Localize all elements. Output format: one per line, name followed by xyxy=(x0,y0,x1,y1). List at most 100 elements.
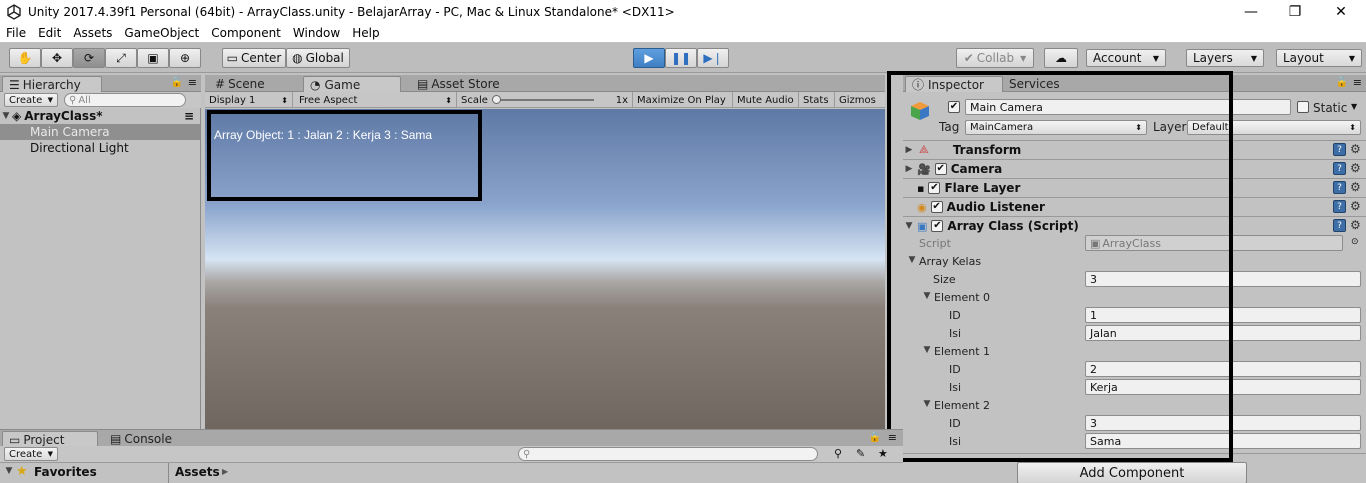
gear-icon[interactable]: ⚙ xyxy=(1350,161,1361,175)
hierarchy-panel: ▼ ◈ ArrayClass* ≡ Main Camera Directiona… xyxy=(0,108,201,429)
help-icon[interactable]: ? xyxy=(1333,143,1346,156)
menu-help[interactable]: Help xyxy=(346,26,385,40)
object-picker-icon[interactable]: ⊙ xyxy=(1351,237,1359,247)
panel-menu-icon[interactable]: ≡ xyxy=(888,431,897,444)
move-tool-button[interactable]: ✥ xyxy=(41,48,73,68)
hierarchy-create-dropdown[interactable]: Create ▼ xyxy=(4,93,58,107)
filter-type-icon[interactable]: ⚲ xyxy=(834,447,842,460)
add-component-button[interactable]: Add Component xyxy=(1017,462,1247,483)
static-label: Static xyxy=(1313,101,1348,115)
add-component-label: Add Component xyxy=(1079,465,1185,481)
minimize-button[interactable]: — xyxy=(1228,0,1274,24)
tab-scene[interactable]: # Scene xyxy=(209,76,271,92)
hand-tool-button[interactable]: ✋ xyxy=(9,48,41,68)
hierarchy-search-input[interactable]: ⚲ All xyxy=(64,93,186,107)
static-checkbox[interactable] xyxy=(1297,101,1309,113)
hierarchy-item-label: Directional Light xyxy=(30,141,129,155)
favorites-label[interactable]: Favorites xyxy=(34,465,97,479)
center-tabbar: # Scene ◔ Game ▤ Asset Store xyxy=(205,75,885,92)
caret-down-icon: ▼ xyxy=(1020,53,1027,63)
tab-game[interactable]: ◔ Game xyxy=(303,76,401,92)
play-button[interactable]: ▶ xyxy=(633,48,665,68)
hierarchy-icon: ☰ xyxy=(9,77,20,92)
expand-triangle-icon[interactable]: ▼ xyxy=(3,466,15,476)
menu-edit[interactable]: Edit xyxy=(32,26,67,40)
rect-tool-button[interactable]: ▣ xyxy=(137,48,169,68)
gear-icon[interactable]: ⚙ xyxy=(1350,142,1361,156)
collab-button[interactable]: ✔ Collab ▼ xyxy=(956,48,1034,68)
project-divider[interactable] xyxy=(168,463,169,483)
menu-file[interactable]: File xyxy=(0,26,32,40)
pause-button[interactable]: ❚❚ xyxy=(665,48,697,68)
mute-audio-toggle[interactable]: Mute Audio xyxy=(733,92,799,108)
help-icon[interactable]: ? xyxy=(1333,162,1346,175)
hierarchy-item-main-camera[interactable]: Main Camera xyxy=(0,124,200,140)
menu-window[interactable]: Window xyxy=(287,26,346,40)
display-dropdown[interactable]: Display 1 ⬍ xyxy=(205,92,293,108)
lock-icon[interactable]: 🔒 xyxy=(869,432,881,443)
stats-toggle[interactable]: Stats xyxy=(799,92,835,108)
panel-menu-icon[interactable]: ≡ xyxy=(188,76,197,89)
caret-down-icon: ▼ xyxy=(1152,53,1159,63)
mute-label: Mute Audio xyxy=(737,94,794,106)
favorite-star-icon[interactable]: ★ xyxy=(878,447,888,460)
help-icon[interactable]: ? xyxy=(1333,181,1346,194)
help-icon[interactable]: ? xyxy=(1333,219,1346,232)
menu-assets[interactable]: Assets xyxy=(67,26,118,40)
maximize-button[interactable]: ❐ xyxy=(1272,0,1318,24)
caret-down-icon[interactable]: ▼ xyxy=(1351,102,1357,111)
tab-hierarchy[interactable]: ☰ Hierarchy xyxy=(2,76,102,92)
project-content: ▼ ★ Favorites Assets ▶ xyxy=(0,463,903,483)
gizmos-label: Gizmos xyxy=(839,94,876,106)
title-bar: Unity 2017.4.39f1 Personal (64bit) - Arr… xyxy=(0,0,1366,24)
search-icon: ⚲ xyxy=(69,94,77,106)
account-label: Account xyxy=(1093,51,1142,65)
rotate-tool-button[interactable]: ⟳ xyxy=(73,48,105,68)
gear-icon[interactable]: ⚙ xyxy=(1350,218,1361,232)
search-placeholder: All xyxy=(78,94,91,106)
filter-label-icon[interactable]: ✎ xyxy=(856,447,865,460)
lock-icon[interactable]: 🔒 xyxy=(1336,77,1348,88)
project-search-input[interactable]: ⚲ xyxy=(518,447,818,461)
assets-breadcrumb[interactable]: Assets xyxy=(175,465,220,479)
space-global-button[interactable]: ◍ Global xyxy=(286,48,350,68)
menu-component[interactable]: Component xyxy=(205,26,287,40)
gear-icon[interactable]: ⚙ xyxy=(1350,180,1361,194)
menu-bar: File Edit Assets GameObject Component Wi… xyxy=(0,24,1366,42)
lock-icon[interactable]: 🔒 xyxy=(171,77,183,88)
game-icon: ◔ xyxy=(310,77,321,92)
gear-icon[interactable]: ⚙ xyxy=(1350,199,1361,213)
expand-triangle-icon[interactable]: ▼ xyxy=(0,111,12,121)
scale-track[interactable] xyxy=(491,95,594,104)
aspect-label: Free Aspect xyxy=(299,94,358,106)
layers-dropdown[interactable]: Layers ▼ xyxy=(1186,49,1264,67)
scale-slider[interactable]: Scale 1x xyxy=(457,92,633,108)
aspect-dropdown[interactable]: Free Aspect ⬍ xyxy=(295,92,457,108)
tab-asset-store-label: Asset Store xyxy=(431,77,500,91)
close-button[interactable]: ✕ xyxy=(1318,0,1364,24)
hierarchy-item-directional-light[interactable]: Directional Light xyxy=(0,140,200,156)
panel-menu-icon[interactable]: ≡ xyxy=(1353,76,1362,89)
menu-gameobject[interactable]: GameObject xyxy=(118,26,205,40)
hierarchy-tabbar: ☰ Hierarchy 🔒 ≡ xyxy=(0,75,201,92)
tab-console-label: Console xyxy=(124,432,172,446)
account-dropdown[interactable]: Account ▼ xyxy=(1086,49,1166,67)
transform-tool-button[interactable]: ⊕ xyxy=(169,48,201,68)
scale-tool-button[interactable]: ⤢ xyxy=(105,48,137,68)
help-icon[interactable]: ? xyxy=(1333,200,1346,213)
cloud-icon: ☁ xyxy=(1055,51,1067,65)
scale-thumb[interactable] xyxy=(491,95,501,104)
project-create-dropdown[interactable]: Create ▼ xyxy=(4,447,58,461)
tab-project[interactable]: ▭ Project xyxy=(2,431,98,447)
scale-value: 1x xyxy=(615,94,628,106)
maximize-on-play-toggle[interactable]: Maximize On Play xyxy=(633,92,733,108)
cloud-button[interactable]: ☁ xyxy=(1044,48,1078,68)
tab-asset-store[interactable]: ▤ Asset Store xyxy=(411,76,506,92)
scene-menu-icon[interactable]: ≡ xyxy=(184,109,194,123)
scene-row[interactable]: ▼ ◈ ArrayClass* ≡ xyxy=(0,108,200,124)
step-button[interactable]: ▶❘ xyxy=(697,48,729,68)
layout-dropdown[interactable]: Layout ▼ xyxy=(1276,49,1362,67)
pivot-center-button[interactable]: ▭ Center xyxy=(222,48,286,68)
tab-console[interactable]: ▤ Console xyxy=(104,431,178,447)
gizmos-toggle[interactable]: Gizmos xyxy=(835,92,885,108)
